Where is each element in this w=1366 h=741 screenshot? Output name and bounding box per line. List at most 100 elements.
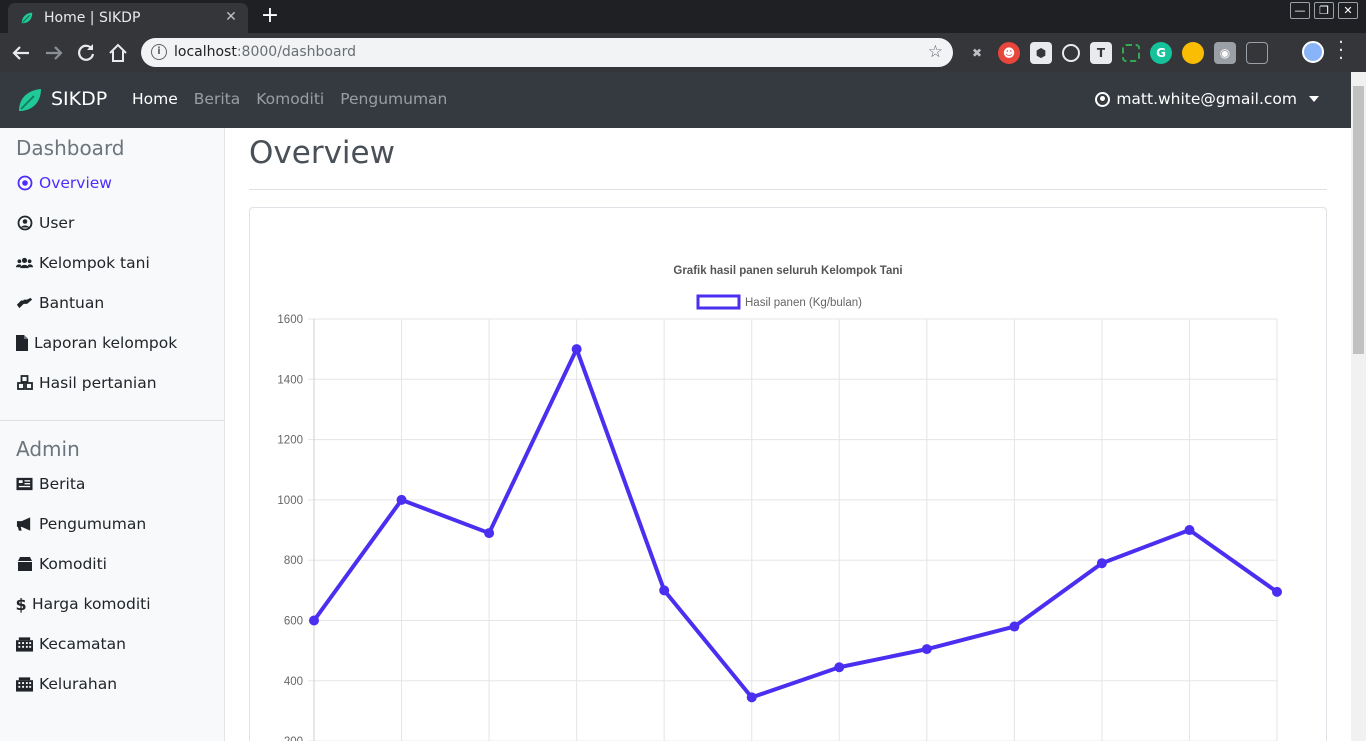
back-icon[interactable]: [9, 41, 33, 65]
home-icon[interactable]: [106, 41, 130, 65]
address-bar[interactable]: i localhost:8000/dashboard ☆: [141, 38, 953, 67]
data-point[interactable]: [571, 344, 582, 355]
nav-berita[interactable]: Berita: [194, 90, 240, 108]
sidebar-item-komoditi[interactable]: Komoditi: [16, 555, 107, 573]
minimize-button[interactable]: —: [1290, 2, 1310, 19]
extension-cube-icon[interactable]: ⬢: [1030, 42, 1052, 64]
browser-tab[interactable]: Home | SIKDP ✕: [8, 3, 248, 33]
scrollbar-thumb[interactable]: [1353, 86, 1364, 354]
sidebar-item-label: Berita: [39, 475, 86, 493]
sidebar-item-kelurahan[interactable]: Kelurahan: [16, 675, 117, 693]
sidebar: Dashboard Overview User Kelompok tani Ba…: [0, 128, 225, 741]
page-title: Overview: [249, 135, 395, 171]
extension-chrome-icon[interactable]: [1182, 42, 1204, 64]
browser-menu-icon[interactable]: · · ·: [1333, 34, 1349, 68]
sidebar-item-kelompok-tani[interactable]: Kelompok tani: [16, 254, 150, 272]
user-dropdown[interactable]: matt.white@gmail.com: [1095, 90, 1319, 108]
extensions-row: ✖ ☻ ⬢ T G ◉: [966, 42, 1268, 64]
y-tick-label: 200: [284, 736, 303, 741]
chart-grid: [308, 318, 1278, 741]
y-tick-label: 1200: [277, 435, 303, 447]
tab-title: Home | SIKDP: [44, 10, 141, 26]
sidebar-item-label: Overview: [39, 174, 112, 192]
cubes-icon: [16, 375, 33, 392]
extension-qr-icon[interactable]: [1246, 42, 1268, 64]
sidebar-item-label: Kelompok tani: [39, 254, 150, 272]
data-point[interactable]: [659, 585, 670, 596]
sidebar-item-user[interactable]: User: [16, 214, 74, 232]
close-window-button[interactable]: ✕: [1338, 2, 1358, 19]
sidebar-item-hasil-pertanian[interactable]: Hasil pertanian: [16, 374, 157, 392]
dollar-sign-icon: $: [15, 594, 27, 614]
legend-swatch: [696, 294, 741, 310]
nav-komoditi[interactable]: Komoditi: [256, 90, 324, 108]
extension-target-icon[interactable]: [1062, 44, 1080, 62]
y-tick-label: 400: [284, 676, 303, 688]
browser-tab-bar: Home | SIKDP ✕ + — ❐ ✕: [0, 0, 1366, 33]
sidebar-item-label: Kecamatan: [39, 635, 126, 653]
sidebar-item-label: Kelurahan: [39, 675, 118, 693]
new-tab-button[interactable]: +: [256, 4, 284, 30]
data-point[interactable]: [834, 662, 845, 673]
extension-screenshot-icon[interactable]: [1122, 44, 1140, 62]
data-point[interactable]: [484, 528, 495, 539]
sidebar-divider: [0, 420, 224, 421]
y-axis-ticks: 1600 1400 1200 1000 800 600 400 200: [277, 314, 303, 741]
sidebar-item-laporan-kelompok[interactable]: Laporan kelompok: [16, 334, 177, 352]
sidebar-item-harga-komoditi[interactable]: $ Harga komoditi: [15, 594, 151, 614]
brand-name[interactable]: SIKDP: [51, 88, 107, 110]
user-circle-icon: [1095, 91, 1111, 107]
restore-button[interactable]: ❐: [1314, 2, 1334, 19]
sidebar-item-berita[interactable]: Berita: [16, 475, 85, 493]
y-tick-label: 1000: [277, 495, 303, 507]
site-info-icon[interactable]: i: [151, 44, 167, 60]
sidebar-heading-dashboard: Dashboard: [16, 136, 125, 160]
box-icon: [16, 556, 33, 573]
bookmark-star-icon[interactable]: ☆: [928, 42, 943, 62]
data-point[interactable]: [921, 644, 932, 655]
sidebar-item-kecamatan[interactable]: Kecamatan: [16, 635, 126, 653]
extension-grammarly-icon[interactable]: G: [1150, 42, 1172, 64]
extension-notion-icon[interactable]: T: [1090, 42, 1112, 64]
sidebar-item-label: Laporan kelompok: [34, 334, 178, 352]
chart-legend[interactable]: Hasil panen (Kg/bulan): [696, 294, 862, 310]
leaf-logo-icon: [19, 89, 41, 111]
extension-tools-icon[interactable]: ✖: [966, 42, 988, 64]
data-point[interactable]: [309, 615, 319, 626]
chart-series: [309, 344, 1282, 703]
data-point[interactable]: [746, 692, 757, 703]
data-point[interactable]: [1184, 525, 1195, 536]
data-point[interactable]: [1096, 558, 1107, 569]
site-navbar: SIKDP Home Berita Komoditi Pengumuman ma…: [0, 72, 1351, 128]
reload-icon[interactable]: [74, 41, 98, 65]
sidebar-item-pengumuman[interactable]: Pengumuman: [16, 515, 146, 533]
sidebar-item-bantuan[interactable]: Bantuan: [16, 294, 104, 312]
data-point[interactable]: [1272, 586, 1282, 597]
extension-pin-icon[interactable]: ◉: [1214, 42, 1236, 64]
forward-icon[interactable]: [42, 41, 66, 65]
page-scrollbar[interactable]: [1351, 72, 1366, 741]
caret-down-icon: [1309, 96, 1319, 102]
sidebar-item-label: Harga komoditi: [32, 595, 151, 613]
chart-card: Grafik hasil panen seluruh Kelompok Tani…: [249, 207, 1327, 741]
y-tick-label: 600: [284, 616, 303, 628]
sidebar-heading-admin: Admin: [16, 437, 80, 461]
sidebar-item-label: User: [39, 214, 75, 232]
legend-label: Hasil panen (Kg/bulan): [745, 297, 862, 309]
data-point[interactable]: [396, 494, 407, 505]
window-controls: — ❐ ✕: [1290, 2, 1358, 19]
user-circle-icon: [16, 215, 33, 232]
newspaper-icon: [16, 476, 33, 493]
nav-pengumuman[interactable]: Pengumuman: [340, 90, 447, 108]
profile-avatar[interactable]: [1302, 41, 1324, 63]
chart-title: Grafik hasil panen seluruh Kelompok Tani: [673, 265, 902, 277]
series-line: [312, 347, 1279, 700]
harvest-line-chart: Grafik hasil panen seluruh Kelompok Tani…: [277, 265, 1282, 741]
data-point[interactable]: [1009, 621, 1020, 632]
sidebar-item-label: Bantuan: [39, 294, 105, 312]
y-tick-label: 1600: [277, 314, 303, 326]
sidebar-item-overview[interactable]: Overview: [16, 174, 112, 192]
tab-close-icon[interactable]: ✕: [222, 8, 240, 26]
nav-home[interactable]: Home: [132, 90, 178, 108]
extension-santa-icon[interactable]: ☻: [998, 42, 1020, 64]
